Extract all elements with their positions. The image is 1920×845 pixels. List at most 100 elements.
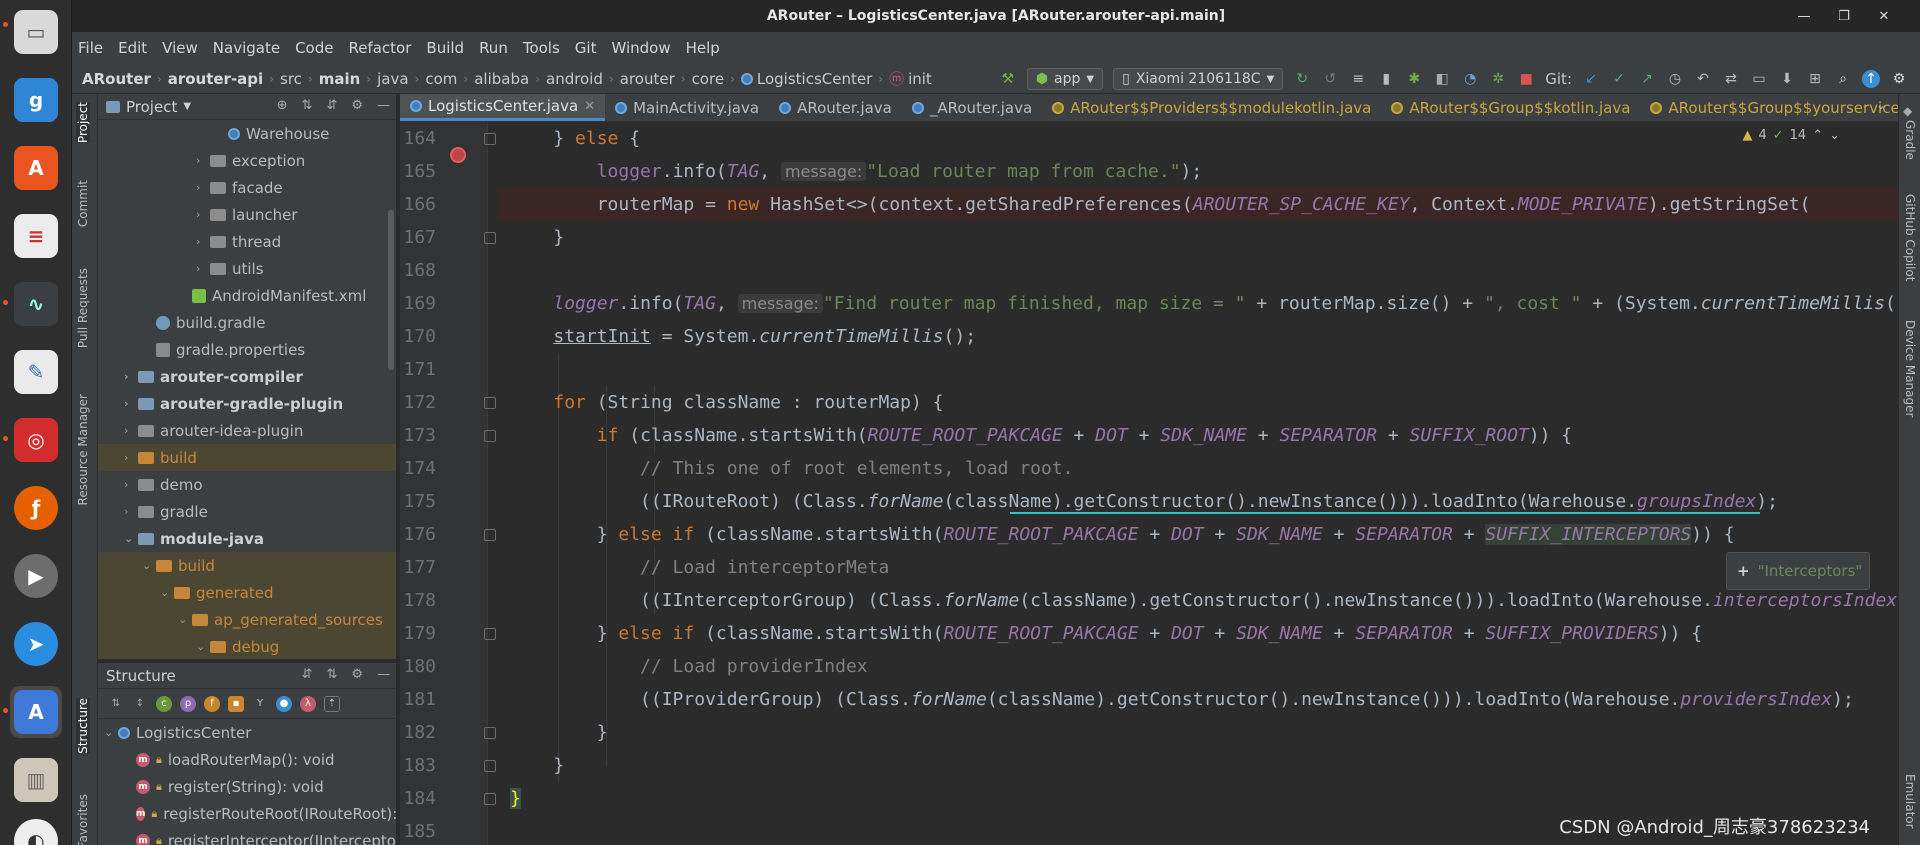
tool-resource-manager[interactable]: Resource Manager xyxy=(76,394,90,505)
chevron-icon[interactable]: › xyxy=(124,397,138,410)
tab-mainactivity[interactable]: MainActivity.java xyxy=(605,94,769,121)
fold-marker-icon[interactable] xyxy=(484,727,496,739)
breadcrumb-item[interactable]: LogisticsCenter xyxy=(757,70,872,88)
breadcrumb-item[interactable]: android xyxy=(546,70,603,88)
chevron-icon[interactable]: › xyxy=(196,235,210,248)
tree-item[interactable]: › demo xyxy=(98,471,396,498)
tab-list-chevron-icon[interactable]: ⌄ xyxy=(1876,98,1886,112)
tree-item[interactable]: › facade xyxy=(98,174,396,201)
line-number[interactable]: 173 xyxy=(400,425,436,446)
tab-providers-modulekotlin[interactable]: ARouter$$Providers$$modulekotlin.java xyxy=(1042,94,1381,121)
system-monitor-icon[interactable]: ∿ xyxy=(10,278,62,330)
chevron-icon[interactable]: › xyxy=(124,451,138,464)
minimize-icon[interactable]: — xyxy=(1794,6,1814,26)
line-number[interactable]: 165 xyxy=(400,161,436,182)
breadcrumb-item[interactable]: arouter xyxy=(620,70,675,88)
menu-refactor[interactable]: Refactor xyxy=(348,39,411,57)
anonymous-icon[interactable]: Y xyxy=(252,696,268,712)
tree-item[interactable]: AndroidManifest.xml xyxy=(98,282,396,309)
menu-run[interactable]: Run xyxy=(479,39,508,57)
sort-alpha-icon[interactable]: ↕ xyxy=(132,696,148,712)
line-number[interactable]: 171 xyxy=(400,359,436,380)
git-commit-icon[interactable]: ✓ xyxy=(1610,70,1628,88)
breadcrumb-item[interactable]: core xyxy=(692,70,725,88)
tool-github-copilot[interactable]: GitHub Copilot xyxy=(1903,194,1917,281)
sync-gradle-icon[interactable]: ⇄ xyxy=(1722,70,1740,88)
menu-code[interactable]: Code xyxy=(295,39,333,57)
chat-app-icon[interactable]: ➤ xyxy=(10,618,62,670)
hide-icon[interactable]: — xyxy=(377,667,390,682)
tree-item[interactable]: › exception xyxy=(98,147,396,174)
tree-item[interactable]: ⌄ ap_generated_sources xyxy=(98,606,396,633)
sdk-manager-icon[interactable]: ⬇ xyxy=(1778,70,1796,88)
profiler-icon[interactable]: ◔ xyxy=(1461,70,1479,88)
git-push-icon[interactable]: ↗ xyxy=(1638,70,1656,88)
line-number[interactable]: 167 xyxy=(400,227,436,248)
chevron-icon[interactable]: › xyxy=(124,370,138,383)
line-number[interactable]: 175 xyxy=(400,491,436,512)
fold-marker-icon[interactable] xyxy=(484,760,496,772)
tool-favorites[interactable]: Favorites xyxy=(76,794,90,845)
tab-underscore-arouter[interactable]: _ARouter.java xyxy=(902,94,1042,121)
tree-item[interactable]: › arouter-idea-plugin xyxy=(98,417,396,444)
code-editor[interactable]: 164 165 166 167 168 169 170 171 172 173 174 175 176 1… xyxy=(400,122,1898,845)
fold-marker-icon[interactable] xyxy=(484,793,496,805)
line-number[interactable]: 183 xyxy=(400,755,436,776)
line-number[interactable]: 174 xyxy=(400,458,436,479)
tree-item[interactable]: › arouter-gradle-plugin xyxy=(98,390,396,417)
breakpoint-icon[interactable] xyxy=(450,147,466,163)
chevron-icon[interactable]: ⌄ xyxy=(178,613,192,626)
breadcrumb-item[interactable]: ARouter xyxy=(82,70,151,88)
stop-all-icon[interactable]: ▮ xyxy=(1377,70,1395,88)
close-icon[interactable]: ✕ xyxy=(1874,6,1894,26)
hammer-icon[interactable]: ⚒ xyxy=(999,70,1017,88)
breadcrumb-item[interactable]: java xyxy=(377,70,408,88)
structure-member[interactable]: m 🔒︎ register(String): void xyxy=(98,773,396,800)
menu-edit[interactable]: Edit xyxy=(118,39,147,57)
tree-item[interactable]: › build xyxy=(98,444,396,471)
tree-item[interactable]: › arouter-compiler xyxy=(98,363,396,390)
breadcrumb-item[interactable]: alibaba xyxy=(474,70,529,88)
chevron-icon[interactable]: › xyxy=(196,154,210,167)
chevron-down-icon[interactable]: ▼ xyxy=(183,101,191,112)
gear-icon[interactable]: ⚙ xyxy=(351,667,363,682)
tree-item[interactable]: gradle.properties xyxy=(98,336,396,363)
sticky-app-icon[interactable]: g xyxy=(10,74,62,126)
hide-icon[interactable]: — xyxy=(377,98,390,113)
tab-group-kotlin[interactable]: ARouter$$Group$$kotlin.java xyxy=(1381,94,1640,121)
device-select[interactable]: ▯ Xiaomi 2106118C ▼ xyxy=(1113,68,1284,90)
line-number[interactable]: 184 xyxy=(400,788,436,809)
document-viewer-icon[interactable]: ≡ xyxy=(10,210,62,262)
project-panel-title[interactable]: Project xyxy=(126,98,177,116)
line-number[interactable]: 181 xyxy=(400,689,436,710)
tab-arouter[interactable]: ARouter.java xyxy=(769,94,902,121)
apply-changes-icon[interactable]: ↺ xyxy=(1321,70,1339,88)
list-icon[interactable]: ≡ xyxy=(1349,70,1367,88)
tree-item[interactable]: build.gradle xyxy=(98,309,396,336)
menu-help[interactable]: Help xyxy=(686,39,720,57)
tree-item[interactable]: › utils xyxy=(98,255,396,282)
tool-gradle[interactable]: Gradle xyxy=(1903,120,1917,160)
structure-member[interactable]: m 🔒︎ registerInterceptor(IIntercepto xyxy=(98,827,396,845)
chevron-icon[interactable]: › xyxy=(124,505,138,518)
fold-marker-icon[interactable] xyxy=(484,529,496,541)
rollback-icon[interactable]: ↶ xyxy=(1694,70,1712,88)
menu-build[interactable]: Build xyxy=(426,39,464,57)
files-app-icon[interactable]: ▭ xyxy=(10,6,62,58)
line-number[interactable]: 164 xyxy=(400,128,436,149)
gear-icon[interactable]: ⚙ xyxy=(351,98,363,113)
chevron-icon[interactable]: ⌄ xyxy=(142,559,156,572)
chevron-icon[interactable]: ⌄ xyxy=(160,586,174,599)
line-number[interactable]: 168 xyxy=(400,260,436,281)
fold-marker-icon[interactable] xyxy=(484,232,496,244)
line-number[interactable]: 185 xyxy=(400,821,436,842)
video-player-icon[interactable]: ▶ xyxy=(10,550,62,602)
android-studio-icon[interactable]: A xyxy=(10,686,62,738)
line-number[interactable]: 178 xyxy=(400,590,436,611)
chevron-icon[interactable]: › xyxy=(124,424,138,437)
autoscroll-icon[interactable]: ⇡ xyxy=(324,695,340,712)
line-number[interactable]: 169 xyxy=(400,293,436,314)
tab-group-yourservice[interactable]: ARouter$$Group$$yourservice xyxy=(1640,94,1898,121)
line-number[interactable]: 172 xyxy=(400,392,436,413)
tool-commit[interactable]: Commit xyxy=(76,180,90,227)
